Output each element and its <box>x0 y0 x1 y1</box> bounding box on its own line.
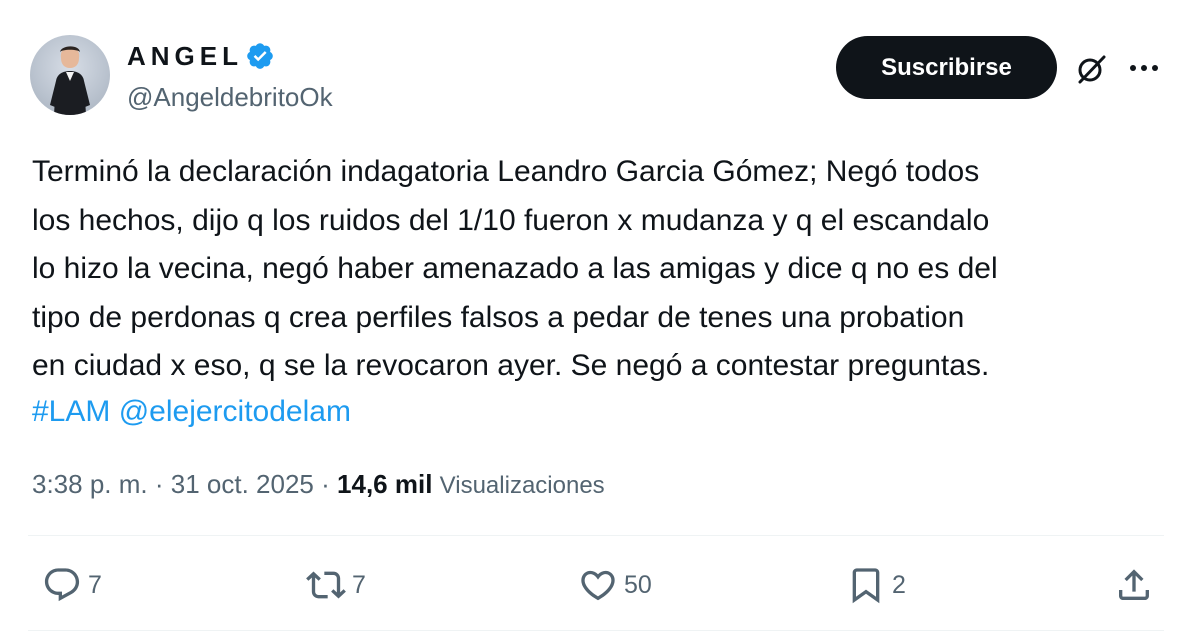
meta-separator: · <box>321 469 330 499</box>
like-icon <box>581 570 615 601</box>
bookmark-icon <box>852 568 880 604</box>
hashtag-link[interactable]: #LAM <box>32 395 110 428</box>
author-handle[interactable]: @AngeldebritoOk <box>127 82 333 112</box>
verified-badge-icon[interactable] <box>245 41 275 71</box>
repost-button[interactable]: 7 <box>306 563 366 607</box>
repost-icon <box>306 571 346 599</box>
avatar[interactable] <box>30 35 110 115</box>
tweet-date[interactable]: 31 oct. 2025 <box>171 469 314 499</box>
mention-link[interactable]: @elejercitodelam <box>119 395 351 428</box>
reply-icon <box>44 568 80 602</box>
tweet-meta: 3:38 p. m. · 31 oct. 2025 · 14,6 mil Vis… <box>32 466 605 504</box>
views-label: Visualizaciones <box>439 472 605 499</box>
share-icon <box>1119 569 1149 600</box>
more-icon[interactable] <box>1126 54 1162 82</box>
author-display-name[interactable]: ANGEL <box>127 41 243 71</box>
repost-count: 7 <box>352 570 366 599</box>
reply-button[interactable]: 7 <box>42 563 102 607</box>
avatar-image <box>50 46 90 115</box>
bookmark-count: 2 <box>892 570 906 599</box>
share-button[interactable] <box>1114 563 1154 607</box>
author-name-row: ANGEL <box>127 41 275 71</box>
grok-icon[interactable] <box>1074 52 1108 86</box>
reply-count: 7 <box>88 570 102 599</box>
subscribe-button[interactable]: Suscribirse <box>836 36 1057 99</box>
tweet-text: Terminó la declaración indagatoria Leand… <box>32 155 998 382</box>
tweet-links: #LAM @elejercitodelam <box>32 388 351 436</box>
bookmark-button[interactable]: 2 <box>846 563 906 607</box>
divider-top <box>28 535 1164 536</box>
views-count: 14,6 mil <box>337 469 433 499</box>
tweet-header: ANGEL @AngeldebritoOk Suscribirse <box>0 0 1200 130</box>
meta-separator: · <box>154 469 164 499</box>
like-count: 50 <box>624 570 652 599</box>
tweet-time[interactable]: 3:38 p. m. <box>32 469 148 499</box>
like-button[interactable]: 50 <box>578 563 652 607</box>
divider-bottom <box>28 630 1164 631</box>
